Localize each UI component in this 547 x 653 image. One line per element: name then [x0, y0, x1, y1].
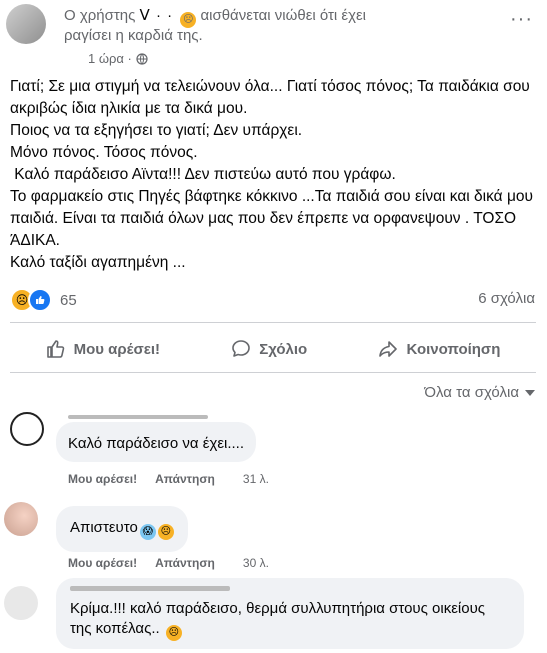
post-actions: Μου αρέσει! Σχόλιο Κοινοποίηση [10, 334, 536, 364]
commenter-name[interactable] [70, 586, 230, 591]
post-paragraph: Καλό ταξίδι αγαπημένη ... [10, 254, 186, 271]
screaming-face-icon: 😱 [139, 524, 156, 540]
divider [10, 322, 536, 323]
post-time[interactable]: 1 ώρα · [88, 51, 132, 66]
comment-actions: Μου αρέσει! Απάντηση 31 λ. [68, 472, 269, 486]
sad-face-icon: ☹ [180, 12, 197, 28]
globe-icon [136, 52, 148, 65]
commenter-name[interactable] [68, 412, 218, 422]
speech-bubble-icon [232, 340, 251, 357]
post-meta: 1 ώρα · [88, 51, 148, 66]
like-button[interactable]: Μου αρέσει! [46, 334, 160, 364]
reactions-count: 65 [60, 291, 77, 309]
post-header: Ο χρήστης ꓦ · · ☹ αισθάνεται νιώθει ότι … [64, 6, 366, 28]
comments-count[interactable]: 6 σχόλια [478, 290, 535, 307]
comment-like-button[interactable]: Μου αρέσει! [68, 472, 137, 486]
header-suffix: αισθάνεται νιώθει ότι έχει [200, 7, 367, 24]
comment-actions: Μου αρέσει! Απάντηση 30 λ. [68, 556, 269, 570]
author-name[interactable]: ꓦ · · [140, 7, 179, 24]
post-paragraph: Ποιος να τα εξηγήσει το γιατί; Δεν υπάρχ… [10, 122, 303, 139]
comment-like-button[interactable]: Μου αρέσει! [68, 556, 137, 570]
commenter-avatar[interactable] [4, 586, 38, 620]
header-feeling: ραγίσει η καρδιά της. [64, 27, 203, 44]
like-reaction-icon [28, 288, 52, 312]
thumbs-up-icon [46, 340, 64, 358]
comment-bubble: Κρίμα.!!! καλό παράδεισο, θερμά συλλυπητ… [56, 578, 524, 649]
comment-reply-button[interactable]: Απάντηση [155, 472, 215, 486]
like-label: Μου αρέσει! [73, 340, 160, 358]
share-button[interactable]: Κοινοποίηση [378, 334, 500, 364]
comment-time[interactable]: 30 λ. [243, 556, 269, 570]
commenter-avatar[interactable] [4, 502, 38, 536]
comment-text: Κρίμα.!!! καλό παράδεισο, θερμά συλλυπητ… [70, 600, 486, 637]
share-label: Κοινοποίηση [406, 340, 501, 358]
post-paragraph: Μόνο πόνος. Τόσος πόνος. [10, 144, 198, 161]
post-body: Γιατί; Σε μια στιγμή να τελειώνουν όλα..… [10, 76, 540, 274]
post-paragraph: Γιατί; Σε μια στιγμή να τελειώνουν όλα..… [10, 78, 530, 117]
comment-text: Απιστευτο [70, 519, 138, 536]
sort-label: Όλα τα σχόλια [424, 384, 519, 401]
sad-face-icon: ☹ [165, 625, 182, 641]
comment-button[interactable]: Σχόλιο [231, 334, 307, 364]
comment-label: Σχόλιο [259, 340, 308, 358]
more-options-icon[interactable]: ··· [510, 8, 533, 31]
caret-down-icon [525, 389, 535, 396]
sad-face-icon: ☹ [157, 524, 174, 540]
comment-sort-dropdown[interactable]: Όλα τα σχόλια [424, 384, 535, 401]
author-avatar[interactable] [6, 4, 46, 44]
comment-reply-button[interactable]: Απάντηση [155, 556, 215, 570]
comment-text: Καλό παράδεισο να έχει.... [68, 435, 245, 452]
share-arrow-icon [379, 341, 398, 357]
post-paragraph: Καλό παράδεισο Αϊντα!!! Δεν πιστεύω αυτό… [10, 166, 396, 183]
divider [10, 372, 536, 373]
header-prefix: Ο χρήστης [64, 7, 136, 24]
comment-bubble: Καλό παράδεισο να έχει.... [56, 422, 257, 462]
commenter-avatar[interactable] [10, 412, 44, 446]
comment-bubble: Απιστευτο 😱 ☹ [56, 506, 188, 552]
comment-time[interactable]: 31 λ. [243, 472, 269, 486]
reactions-summary[interactable]: ☹ 65 [10, 288, 77, 312]
post-paragraph: Το φαρμακείο στις Πηγές βάφτηκε κόκκινο … [10, 188, 533, 249]
